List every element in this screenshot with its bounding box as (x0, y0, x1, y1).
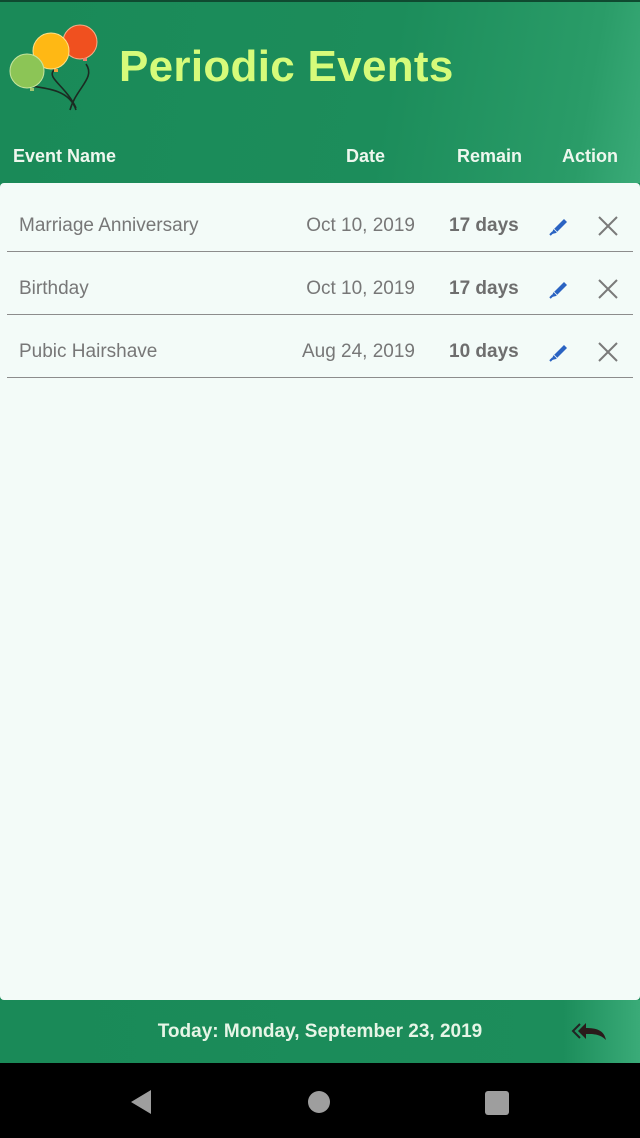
pen-icon[interactable] (545, 340, 571, 366)
header-date: Date (346, 146, 386, 166)
nav-recents-icon[interactable] (485, 1091, 509, 1115)
event-remain: 17 days (449, 278, 519, 299)
app-header: Periodic Events Event Name Date Remain A… (0, 2, 640, 183)
event-date: Aug 24, 2019 (301, 341, 415, 362)
event-remain: 10 days (449, 341, 519, 362)
event-date: Oct 10, 2019 (306, 278, 415, 299)
balloons-icon (9, 24, 98, 111)
today-date: Today: Monday, September 23, 2019 (157, 1021, 483, 1042)
event-row[interactable]: Birthday Oct 10, 2019 17 days (7, 252, 633, 315)
close-icon[interactable] (595, 276, 621, 302)
footer-bar: Today: Monday, September 23, 2019 (0, 1000, 640, 1063)
header-remain: Remain (457, 146, 523, 166)
event-row[interactable]: Pubic Hairshave Aug 24, 2019 10 days (7, 315, 633, 378)
events-list: Marriage Anniversary Oct 10, 2019 17 day… (0, 183, 640, 1000)
event-name: Pubic Hairshave (19, 341, 158, 362)
column-headers: Event Name Date Remain Action (0, 144, 640, 170)
event-row[interactable]: Marriage Anniversary Oct 10, 2019 17 day… (7, 189, 633, 252)
header-action: Action (562, 146, 618, 166)
nav-back-icon[interactable] (129, 1089, 153, 1115)
nav-home-icon[interactable] (308, 1091, 330, 1113)
app-title: Periodic Events (119, 42, 454, 91)
close-icon[interactable] (595, 339, 621, 365)
pen-icon[interactable] (545, 214, 571, 240)
double-back-arrow-icon[interactable] (570, 1018, 612, 1044)
event-remain: 17 days (449, 215, 519, 236)
pen-icon[interactable] (545, 277, 571, 303)
android-nav-bar (0, 1063, 640, 1138)
header-event-name: Event Name (13, 146, 117, 166)
event-date: Oct 10, 2019 (306, 215, 415, 236)
event-name: Marriage Anniversary (19, 215, 199, 236)
event-name: Birthday (19, 278, 89, 299)
close-icon[interactable] (595, 213, 621, 239)
